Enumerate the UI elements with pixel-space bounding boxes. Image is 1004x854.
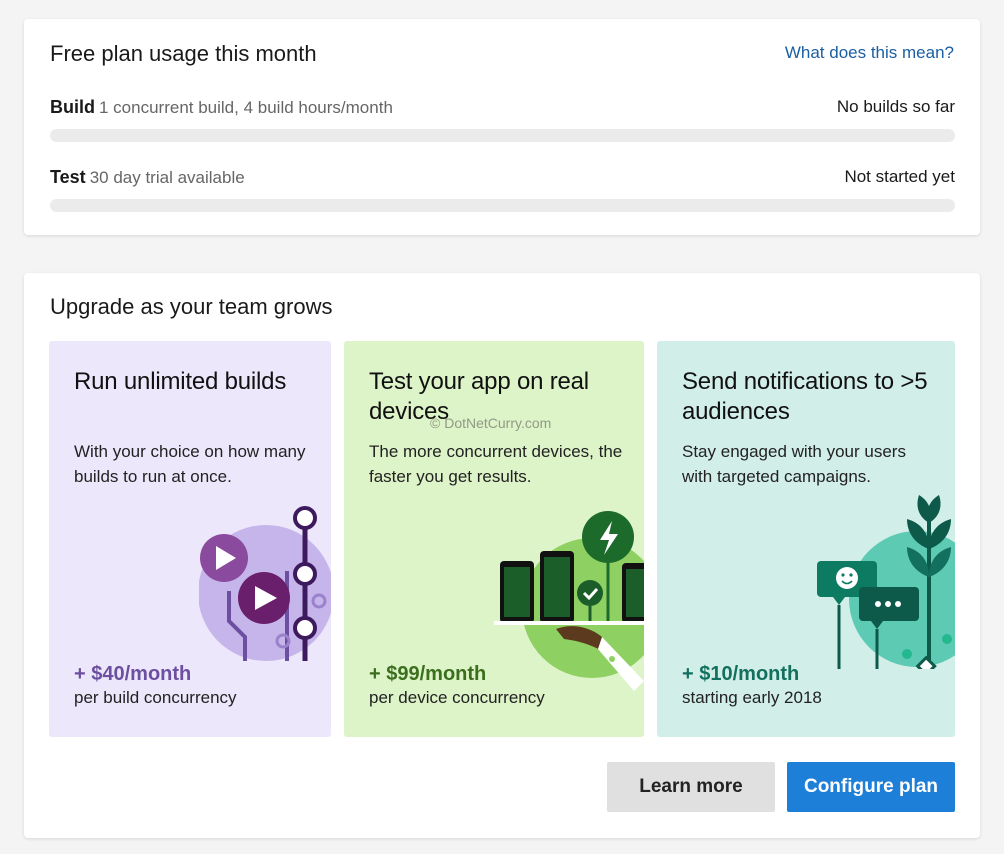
plan-test-price: + $99/month (369, 663, 487, 685)
test-usage-row: Test 30 day trial available Not started y… (50, 167, 955, 212)
test-description: 30 day trial available (89, 168, 245, 187)
build-usage-row: Build 1 concurrent build, 4 build hours/m… (50, 97, 955, 142)
test-progress-bar (50, 199, 955, 212)
learn-more-button[interactable]: Learn more (607, 762, 775, 812)
plan-notify-description: Stay engaged with your users with target… (682, 442, 906, 486)
test-status: Not started yet (844, 167, 955, 186)
plan-test-description: The more concurrent devices, the faster … (369, 442, 623, 486)
watermark: © DotNetCurry.com (430, 415, 552, 431)
plan-notify-price: + $10/month (682, 663, 800, 685)
build-label: Build (50, 97, 95, 117)
notification-chat-illustration-icon (817, 495, 955, 669)
plan-notifications[interactable]: Send notifications to >5 audiences Stay … (657, 341, 955, 737)
upgrade-card: Upgrade as your team grows Run unlimited… (24, 273, 980, 838)
what-does-this-mean-link[interactable]: What does this mean? (785, 43, 954, 63)
plan-build-title: Run unlimited builds (74, 368, 287, 395)
plan-build-concurrency[interactable]: Run unlimited builds With your choice on… (49, 341, 331, 737)
device-test-illustration-icon (494, 511, 644, 691)
plan-test-note: per device concurrency (369, 688, 545, 707)
build-progress-bar (50, 129, 955, 142)
usage-title: Free plan usage this month (50, 41, 317, 66)
plan-notify-note: starting early 2018 (682, 688, 822, 707)
build-status: No builds so far (836, 97, 955, 116)
test-label: Test (50, 167, 86, 187)
plan-device-concurrency[interactable]: Test your app on real devices The more c… (344, 341, 644, 737)
configure-plan-button[interactable]: Configure plan (787, 762, 955, 812)
build-description: 1 concurrent build, 4 build hours/month (99, 98, 393, 117)
plan-build-description: With your choice on how many builds to r… (74, 442, 306, 486)
free-plan-usage-card: Free plan usage this month What does thi… (24, 19, 980, 235)
plan-build-note: per build concurrency (74, 688, 237, 707)
upgrade-title: Upgrade as your team grows (50, 294, 333, 319)
build-play-illustration-icon (199, 506, 331, 661)
plan-build-price: + $40/month (74, 663, 192, 685)
plan-notify-title: Send notifications to >5 audiences (682, 368, 928, 425)
